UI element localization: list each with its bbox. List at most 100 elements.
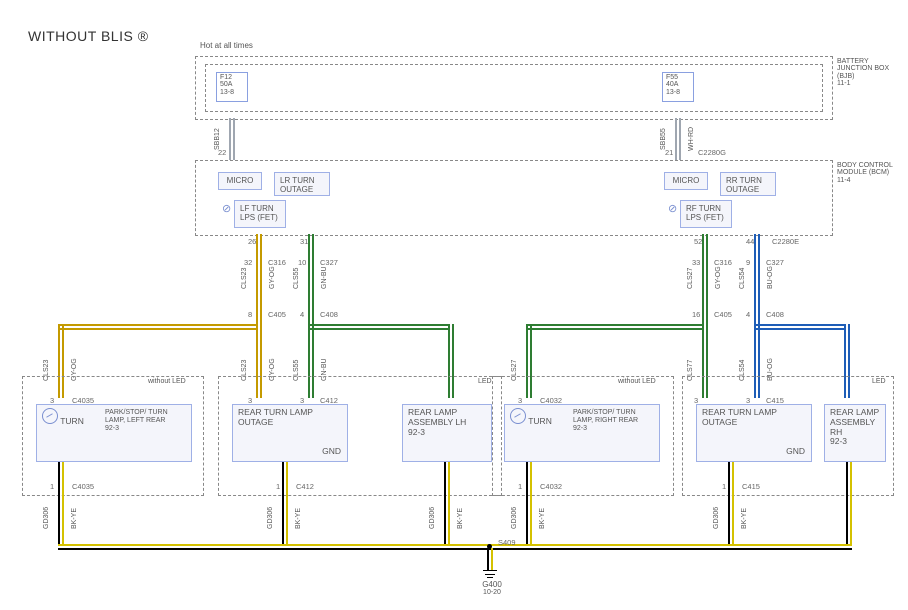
fet-icon-r: ⊘ [668,202,677,215]
c2280g: C2280G [698,148,726,157]
f55-text: F55 40A 13-8 [666,74,680,96]
lamp-rh-out: REAR TURN LAMP OUTAGE GND [696,404,812,462]
gnd-bus-b [58,548,852,550]
bjb-name: BATTERY JUNCTION BOX (BJB) [837,58,895,80]
lamp-left-rear: TURN PARK/STOP/ TURN LAMP, LEFT REAR 92-… [36,404,192,462]
rr-turn: TURN [528,416,552,426]
hot-label: Hot at all times [200,42,253,51]
rhout-label: REAR TURN LAMP OUTAGE [702,408,806,428]
bcm-micro-l: MICRO [218,172,262,190]
run-bu-r2 [756,328,846,330]
c4032-b: C4032 [540,482,562,491]
c327-l: C327 [320,258,338,267]
wh-rd-ckt: WH-RD [688,122,695,156]
run-tan-l2 [60,328,258,330]
g2-tag: LED [478,378,492,385]
g400: G400 10-20 [462,580,522,596]
wire-sbb55 [675,118,681,160]
pin-c327-10: 10 [298,258,306,267]
lamp-rh-assy: REAR LAMP ASSEMBLY RH 92-3 [824,404,886,462]
rhout-gnd: GND [786,447,805,457]
pin-c412-1: 1 [276,482,280,491]
wire-26 [256,234,262,314]
wiring-diagram: { "title": "WITHOUT BLIS ®", "hot": "Hot… [0,0,908,610]
g3-ckt: GD306 [429,496,436,540]
run-gn-r [528,324,704,326]
pin-c316-32: 32 [244,258,252,267]
c327-r: C327 [766,258,784,267]
rr-ref: 92-3 [573,425,655,433]
bcm-lrout: LR TURN OUTAGE [274,172,330,196]
c4035-b: C4035 [72,482,94,491]
gnd-1 [58,462,64,544]
c316-l: C316 [268,258,286,267]
bjb-inner [205,64,823,112]
c412-b: C412 [296,482,314,491]
lr-ref: 92-3 [105,425,187,433]
g5-ckt: GD306 [713,496,720,540]
lr-turn: TURN [60,416,84,426]
g4-col: BK-YE [539,496,546,540]
splice-label: S409 [498,538,516,547]
c2280e: C2280E [772,237,799,246]
run-tan-l [60,324,258,326]
gnd-6 [846,462,852,544]
g4-tag: LED [872,378,886,385]
earth-icon [483,570,497,571]
c405-l: C405 [268,310,286,319]
gnd-bus-y [58,544,852,546]
run-gn-l [310,324,450,326]
run-gn-r2 [528,328,704,330]
g1-tag: without LED [148,378,186,385]
lamp-lh-out: REAR TURN LAMP OUTAGE GND [232,404,348,462]
c415-b: C415 [742,482,760,491]
lhassy-label: REAR LAMP ASSEMBLY LH [408,408,486,428]
f12-text: F12 50A 13-8 [220,74,234,96]
gnd-5 [728,462,734,544]
g3-col: BK-YE [457,496,464,540]
g4-ckt: GD306 [511,496,518,540]
rr-label: PARK/STOP/ TURN LAMP, RIGHT REAR [573,409,655,425]
wire-sbb12 [229,118,235,160]
run-gn-l2 [310,328,450,330]
pin-c415-1: 1 [722,482,726,491]
gnd-3 [444,462,450,544]
g3-tag: without LED [618,378,656,385]
pin-bjb-l: 22 [218,148,226,157]
gnd-stub [487,548,493,570]
lhout-gnd: GND [322,447,341,457]
rhassy-ref: 92-3 [830,437,880,447]
c316-r: C316 [714,258,732,267]
bjb-label: BATTERY JUNCTION BOX (BJB) 11-1 [837,58,895,87]
w44-ckt: CLS54 [739,256,746,300]
g2-col: BK-YE [295,496,302,540]
wire-31 [308,234,314,314]
diagram-title: WITHOUT BLIS ® [28,28,149,44]
pin-c4035-1: 1 [50,482,54,491]
c408-l: C408 [320,310,338,319]
pin-c405-16: 16 [692,310,700,319]
lr-label: PARK/STOP/ TURN LAMP, LEFT REAR [105,409,187,425]
pin-bjb-r: 21 [665,148,673,157]
c405-r: C405 [714,310,732,319]
run-bu-r [756,324,846,326]
bcm-label: BODY CONTROL MODULE (BCM) 11-4 [837,162,895,184]
pin-c408-4: 4 [300,310,304,319]
pin-c4032-1: 1 [518,482,522,491]
rhassy-label: REAR LAMP ASSEMBLY RH [830,408,880,437]
bulb-icon-r [510,408,526,424]
bcm-ref: 11-4 [837,177,895,184]
pin-c408-4r: 4 [746,310,750,319]
bulb-icon [42,408,58,424]
bcm-micro-r: MICRO [664,172,708,190]
gnd-4 [526,462,532,544]
pin-c316-33: 33 [692,258,700,267]
bcm-rrout: RR TURN OUTAGE [720,172,776,196]
bcm-rf-fet: RF TURN LPS (FET) [680,200,732,228]
pin-c405-8: 8 [248,310,252,319]
g5-col: BK-YE [741,496,748,540]
wire-52 [702,234,708,314]
g1-col: BK-YE [71,496,78,540]
gnd-2 [282,462,288,544]
fet-icon-l: ⊘ [222,202,231,215]
